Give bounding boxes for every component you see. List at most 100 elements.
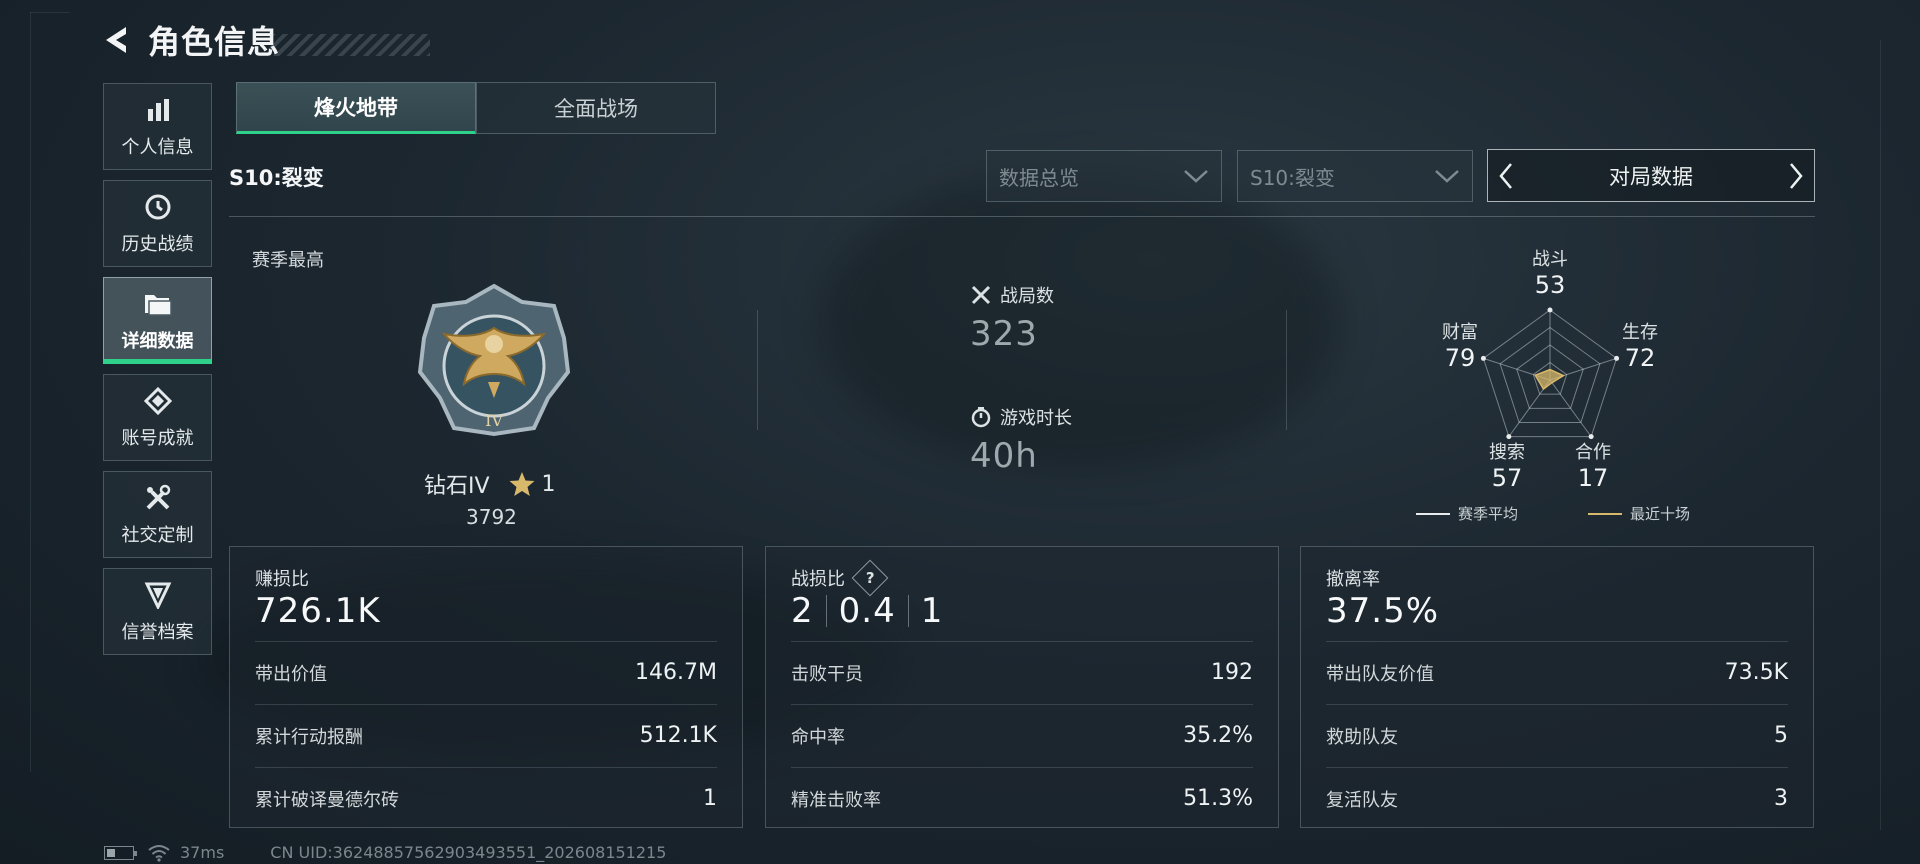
tab-full-battlefield[interactable]: 全面战场 xyxy=(476,82,716,134)
sidebar-item-label: 社交定制 xyxy=(121,524,194,546)
card-row: 命中率 35.2% xyxy=(791,704,1253,766)
chevron-left-icon[interactable] xyxy=(1488,151,1524,201)
bar-chart-icon xyxy=(143,95,173,125)
crossed-swords-icon xyxy=(971,285,991,305)
chevron-right-icon[interactable] xyxy=(1778,151,1814,201)
tab-hazard-zone[interactable]: 烽火地带 xyxy=(236,82,476,134)
radar-axis-search: 搜索 57 xyxy=(1489,442,1525,492)
chevron-down-icon xyxy=(1435,170,1459,183)
ping-value: 37ms xyxy=(180,843,225,862)
card-row: 救助队友 5 xyxy=(1326,704,1788,766)
frame-line xyxy=(30,12,31,772)
rank-score: 3792 xyxy=(466,505,517,529)
achievement-icon xyxy=(143,386,173,416)
kd-card: 战损比 ? 2 0.4 1 击败干员 192 命中率 35.2% 精准击败率 5… xyxy=(765,546,1279,828)
rank-stars: 1 xyxy=(541,471,556,497)
card-main-value: 726.1K xyxy=(255,591,381,631)
playtime-label: 游戏时长 xyxy=(1000,408,1072,429)
card-row: 带出队友价值 73.5K xyxy=(1326,641,1788,703)
shield-icon xyxy=(143,580,173,610)
card-row: 复活队友 3 xyxy=(1326,767,1788,829)
legend-season-average: 赛季平均 xyxy=(1416,503,1518,524)
page-title: 角色信息 xyxy=(148,23,281,61)
kd-separator xyxy=(907,595,909,627)
season-dropdown[interactable]: S10:裂变 xyxy=(1237,150,1473,202)
dropdown-value: 数据总览 xyxy=(999,165,1079,190)
battery-icon xyxy=(104,845,137,860)
legend-line xyxy=(1588,512,1622,515)
stats-pager: 对局数据 xyxy=(1487,149,1815,202)
radar-axis-combat: 战斗 53 xyxy=(1532,249,1568,299)
extract-card: 撤离率 37.5% 带出队友价值 73.5K 救助队友 5 复活队友 3 xyxy=(1300,546,1814,828)
status-footer: 37ms CN UID:36248857562903493551_2026081… xyxy=(104,843,666,862)
frame-line xyxy=(30,12,70,13)
star-icon xyxy=(509,472,535,496)
background-shadow xyxy=(820,170,1340,470)
sidebar-item-label: 个人信息 xyxy=(121,136,194,158)
radar-axis-wealth: 财富 79 xyxy=(1442,322,1478,372)
radar-vertex xyxy=(1547,307,1553,313)
chevron-down-icon xyxy=(1184,170,1208,183)
sidebar-item-history[interactable]: 历史战绩 xyxy=(103,180,212,267)
legend-line xyxy=(1416,512,1450,515)
stopwatch-icon xyxy=(971,407,991,428)
pager-label: 对局数据 xyxy=(1609,164,1693,189)
kd-part: 2 xyxy=(791,591,814,631)
sidebar-item-label: 详细数据 xyxy=(121,330,194,352)
card-row: 击败干员 192 xyxy=(791,641,1253,703)
sidebar-item-personal-info[interactable]: 个人信息 xyxy=(103,83,212,170)
card-row: 精准击败率 51.3% xyxy=(791,767,1253,829)
card-row: 带出价值 146.7M xyxy=(255,641,717,703)
kd-separator xyxy=(825,595,827,627)
sidebar-item-achievements[interactable]: 账号成就 xyxy=(103,374,212,461)
sidebar-item-label: 账号成就 xyxy=(121,427,194,449)
sidebar: 个人信息 历史战绩 详细数据 账号成就 社交定制 信誉档案 xyxy=(103,83,212,665)
vertical-divider xyxy=(757,310,758,430)
history-icon xyxy=(143,192,173,222)
matches-label: 战局数 xyxy=(1000,286,1054,307)
season-label: S10:裂变 xyxy=(229,166,324,190)
sidebar-item-detailed-data[interactable]: 详细数据 xyxy=(103,277,212,364)
card-row: 累计行动报酬 512.1K xyxy=(255,704,717,766)
header: 角色信息 xyxy=(98,16,431,64)
back-arrow-icon[interactable] xyxy=(98,21,136,59)
kd-part: 1 xyxy=(920,591,944,631)
medal-numeral: IV xyxy=(485,411,503,430)
playtime-stat: 游戏时长 40h xyxy=(970,404,1072,476)
sidebar-item-credit[interactable]: 信誉档案 xyxy=(103,568,212,655)
dropdown-value: S10:裂变 xyxy=(1250,165,1335,190)
sidebar-item-label: 信誉档案 xyxy=(121,621,194,643)
card-title: 赚损比 xyxy=(255,569,309,590)
radar-axis-survival: 生存 72 xyxy=(1622,322,1658,372)
card-title: 战损比 ? xyxy=(791,559,889,597)
mode-tabs: 烽火地带 全面战场 xyxy=(236,82,716,134)
title-decoration xyxy=(270,34,431,56)
radar-value-area xyxy=(1534,368,1566,391)
rank-medal-icon: IV xyxy=(417,283,571,437)
rank-name: 钻石IV xyxy=(424,474,490,499)
folder-icon xyxy=(143,289,173,319)
rank-row: 钻石IV 1 xyxy=(424,468,556,500)
matches-stat: 战局数 323 xyxy=(970,282,1054,354)
radar-axis-cooperation: 合作 17 xyxy=(1575,442,1611,492)
card-row: 累计破译曼德尔砖 1 xyxy=(255,767,717,829)
data-type-dropdown[interactable]: 数据总览 xyxy=(986,150,1222,202)
card-title: 撤离率 xyxy=(1326,569,1380,590)
kd-values: 2 0.4 1 xyxy=(791,591,943,631)
uid-text: CN UID:36248857562903493551_202608151215 xyxy=(270,843,667,862)
matches-value: 323 xyxy=(970,314,1038,354)
ability-radar: 战斗 53 生存 72 合作 17 搜索 57 财富 79 xyxy=(1420,240,1680,500)
legend-recent-ten: 最近十场 xyxy=(1588,503,1690,524)
tools-icon xyxy=(143,483,173,513)
vertical-divider xyxy=(1286,310,1287,430)
sidebar-item-label: 历史战绩 xyxy=(121,233,194,255)
card-main-value: 37.5% xyxy=(1326,591,1440,631)
kd-part: 0.4 xyxy=(838,591,896,631)
section-divider xyxy=(229,216,1815,217)
profit-card: 赚损比 726.1K 带出价值 146.7M 累计行动报酬 512.1K 累计破… xyxy=(229,546,743,828)
wifi-icon xyxy=(148,844,170,862)
playtime-value: 40h xyxy=(970,436,1038,476)
season-best-title: 赛季最高 xyxy=(252,250,324,271)
sidebar-item-social-custom[interactable]: 社交定制 xyxy=(103,471,212,558)
frame-line xyxy=(1880,40,1881,830)
